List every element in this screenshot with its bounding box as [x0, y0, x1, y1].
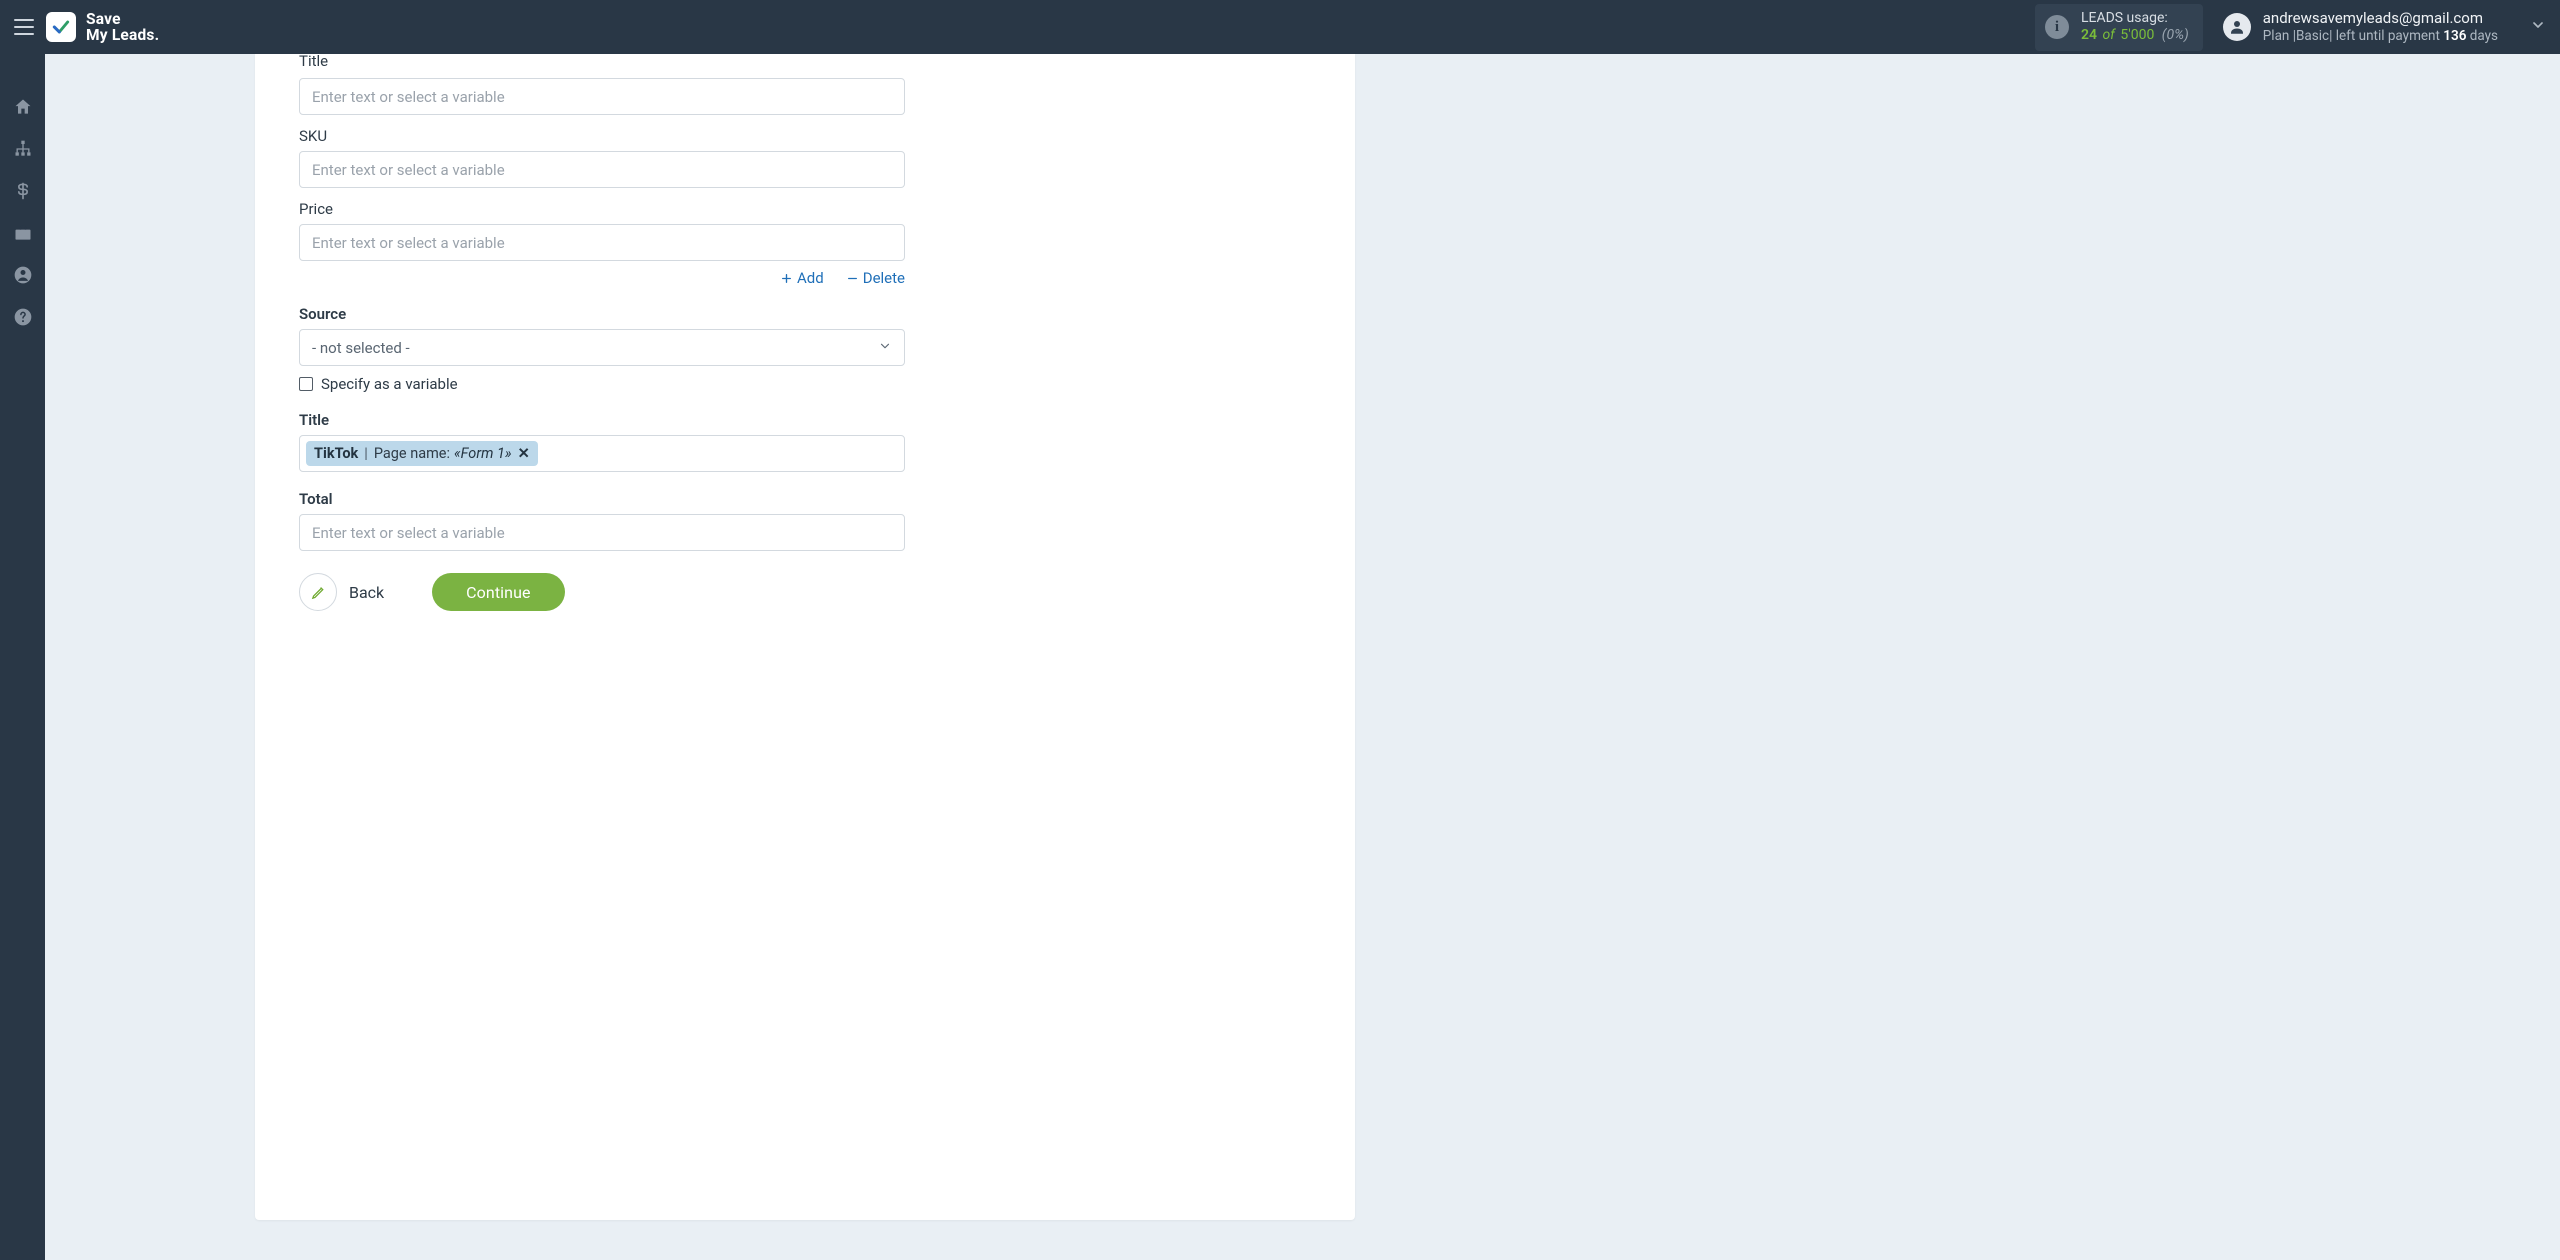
title-tag-field[interactable]: TikTok | Page name: «Form 1» ✕ — [299, 435, 905, 472]
tag-key: Page name: — [374, 445, 450, 462]
source-label: Source — [299, 305, 1311, 323]
sidebar — [0, 54, 45, 1260]
source-select[interactable]: - not selected - — [299, 329, 905, 366]
sku-input[interactable] — [299, 151, 905, 188]
title-input[interactable] — [299, 78, 905, 115]
avatar-icon — [2223, 13, 2251, 41]
specify-variable-label: Specify as a variable — [321, 375, 458, 393]
usage-label: LEADS usage: — [2081, 10, 2189, 28]
usage-values: 24 of 5'000 (0%) — [2081, 27, 2189, 45]
tag-source: TikTok — [314, 445, 358, 462]
logo-text: Save My Leads. — [86, 11, 159, 44]
sidebar-item-briefcase[interactable] — [0, 212, 45, 254]
account-block[interactable]: andrewsavemyleads@gmail.com Plan |Basic|… — [2223, 9, 2498, 45]
price-label: Price — [299, 200, 1311, 218]
info-icon: i — [2045, 15, 2069, 39]
main-content: Title SKU Price Add Delete — [45, 54, 2560, 1260]
delete-button[interactable]: Delete — [846, 269, 905, 287]
form-card: Title SKU Price Add Delete — [255, 54, 1355, 1220]
sidebar-item-connections[interactable] — [0, 128, 45, 170]
continue-button[interactable]: Continue — [432, 573, 564, 611]
specify-variable-checkbox-input[interactable] — [299, 377, 313, 391]
price-input[interactable] — [299, 224, 905, 261]
sidebar-item-profile[interactable] — [0, 254, 45, 296]
usage-panel[interactable]: i LEADS usage: 24 of 5'000 (0%) — [2035, 4, 2203, 51]
chevron-down-icon[interactable] — [2530, 17, 2546, 37]
logo-icon — [46, 12, 76, 42]
app-header: Save My Leads. i LEADS usage: 24 of 5'00… — [0, 0, 2560, 54]
title-tag: TikTok | Page name: «Form 1» ✕ — [306, 441, 538, 466]
pencil-icon — [299, 573, 337, 611]
sidebar-item-home[interactable] — [0, 86, 45, 128]
title2-label: Title — [299, 411, 1311, 429]
back-label: Back — [349, 583, 384, 602]
sidebar-item-billing[interactable] — [0, 170, 45, 212]
title-label: Title — [299, 52, 1311, 70]
specify-variable-checkbox[interactable]: Specify as a variable — [299, 375, 1311, 393]
add-button[interactable]: Add — [780, 269, 824, 287]
account-email: andrewsavemyleads@gmail.com — [2263, 9, 2498, 28]
logo[interactable]: Save My Leads. — [46, 11, 159, 44]
tag-remove-icon[interactable]: ✕ — [518, 445, 530, 462]
chevron-down-icon — [878, 339, 892, 357]
tag-value: «Form 1» — [454, 445, 512, 462]
source-select-value: - not selected - — [312, 339, 410, 357]
total-label: Total — [299, 490, 1311, 508]
menu-icon[interactable] — [10, 13, 38, 41]
account-plan: Plan |Basic| left until payment 136 days — [2263, 28, 2498, 45]
back-button[interactable]: Back — [299, 573, 384, 611]
sidebar-item-help[interactable] — [0, 296, 45, 338]
tag-separator: | — [364, 445, 368, 462]
total-input[interactable] — [299, 514, 905, 551]
sku-label: SKU — [299, 127, 1311, 145]
